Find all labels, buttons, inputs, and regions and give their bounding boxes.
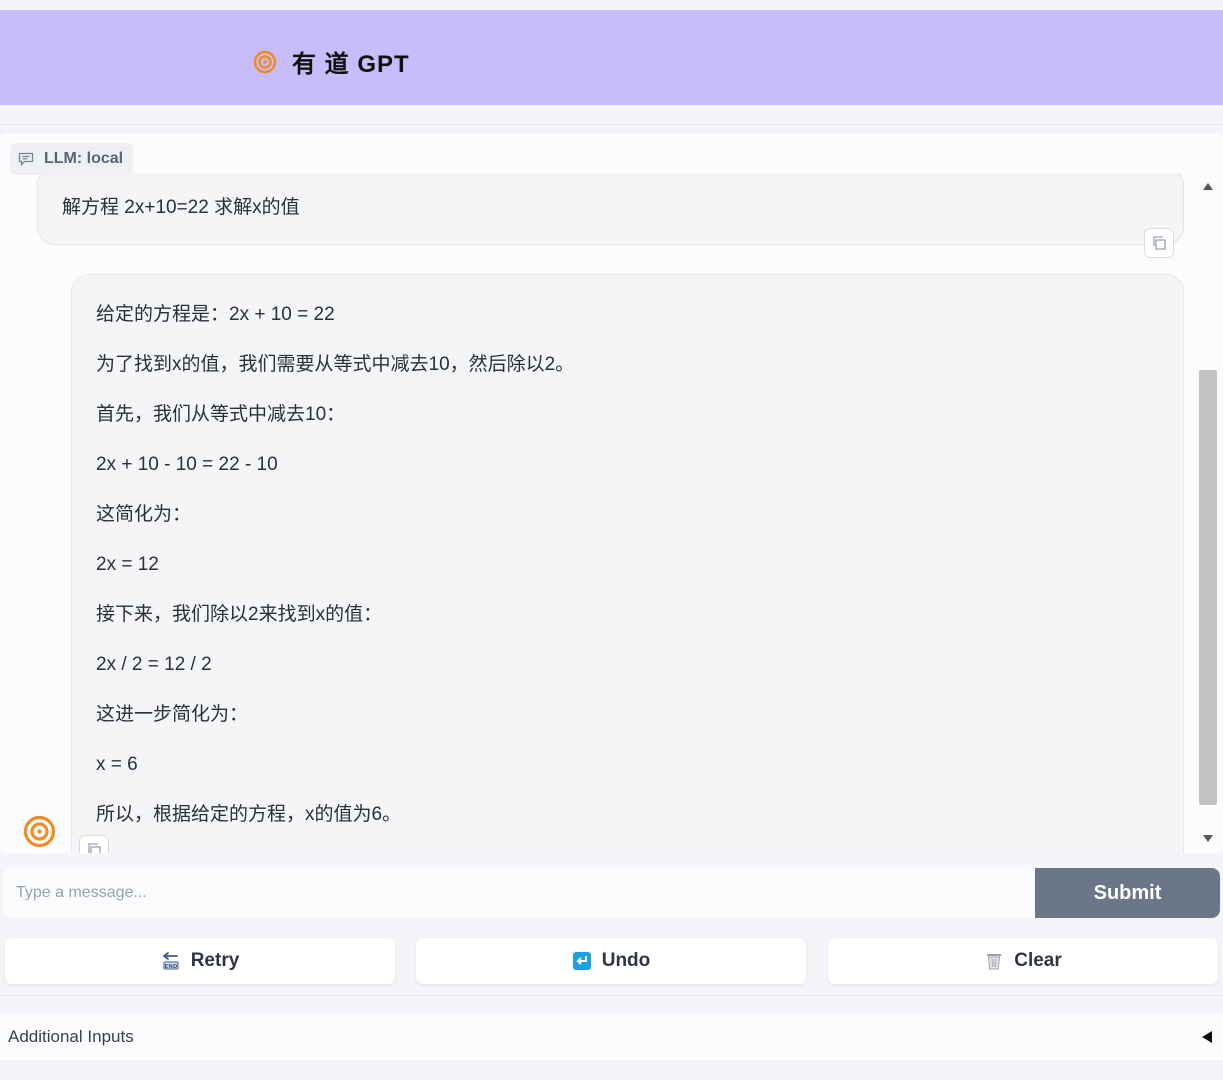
brand: 有 道 GPT: [252, 44, 410, 79]
retry-button[interactable]: END Retry: [4, 937, 396, 985]
bot-message-line: 2x / 2 = 12 / 2: [96, 654, 212, 675]
copy-button[interactable]: [79, 835, 109, 853]
spiral-logo-icon: [253, 50, 277, 73]
retry-label: Retry: [190, 950, 240, 971]
trash-icon: [987, 954, 1002, 970]
bot-message-line: 2x = 12: [96, 554, 159, 575]
chatbot-label: LLM: local: [10, 143, 134, 175]
app-header: 有 道 GPT: [0, 10, 1223, 105]
chatbot-label-text: LLM: local: [44, 150, 124, 167]
bot-message-line: 给定的方程是：2x + 10 = 22: [96, 304, 335, 325]
message-list[interactable]: 解方程 2x+10=22 求解x的值 给定的方程是：2x + 10 = 22 为…: [0, 173, 1196, 853]
bot-message-line: 为了找到x的值，我们需要从等式中减去10，然后除以2。: [96, 354, 575, 375]
bot-message-line: 这进一步简化为：: [96, 704, 249, 725]
copy-icon: [88, 843, 101, 853]
bot-message-line: 这简化为：: [96, 504, 192, 525]
undo-label: Undo: [601, 950, 651, 971]
user-message: 解方程 2x+10=22 求解x的值: [37, 173, 1184, 245]
caret-left-icon[interactable]: [1202, 1031, 1212, 1043]
divider: [0, 124, 1223, 125]
scroll-thumb[interactable]: [1199, 370, 1217, 805]
bot-message-line: x = 6: [96, 754, 138, 775]
clear-button[interactable]: Clear: [827, 937, 1219, 985]
app-title: 有 道 GPT: [292, 51, 410, 78]
retry-icon: END: [162, 952, 179, 970]
scroll-down-arrow-icon[interactable]: [1203, 835, 1213, 842]
message-composer: Submit: [3, 868, 1220, 918]
user-message-text: 解方程 2x+10=22 求解x的值: [62, 197, 300, 218]
svg-text:END: END: [164, 964, 177, 970]
chatbot-panel: LLM: local 解方程 2x+10=22 求解x的值 给定的方程是：2x …: [0, 133, 1223, 853]
bot-message: 给定的方程是：2x + 10 = 22 为了找到x的值，我们需要从等式中减去10…: [71, 274, 1184, 853]
bot-avatar-icon: [23, 815, 56, 848]
submit-button[interactable]: Submit: [1035, 868, 1220, 918]
copy-icon: [1153, 236, 1166, 250]
undo-button[interactable]: Undo: [415, 937, 807, 985]
additional-inputs-accordion[interactable]: Additional Inputs: [0, 1014, 1223, 1060]
additional-inputs-label: Additional Inputs: [8, 1027, 134, 1046]
copy-button[interactable]: [1144, 228, 1174, 258]
divider: [0, 995, 1223, 996]
chat-scrollbar[interactable]: [1198, 173, 1220, 853]
bot-message-line: 接下来，我们除以2来找到x的值：: [96, 604, 383, 625]
bot-message-line: 首先，我们从等式中减去10：: [96, 404, 346, 425]
message-input[interactable]: [3, 868, 1035, 918]
bot-message-line: 2x + 10 - 10 = 22 - 10: [96, 454, 278, 475]
undo-icon: [572, 952, 591, 970]
bot-message-line: 所以，根据给定的方程，x的值为6。: [96, 804, 402, 825]
clear-label: Clear: [1014, 950, 1062, 971]
chat-icon: [18, 152, 34, 166]
scroll-up-arrow-icon[interactable]: [1203, 183, 1213, 190]
